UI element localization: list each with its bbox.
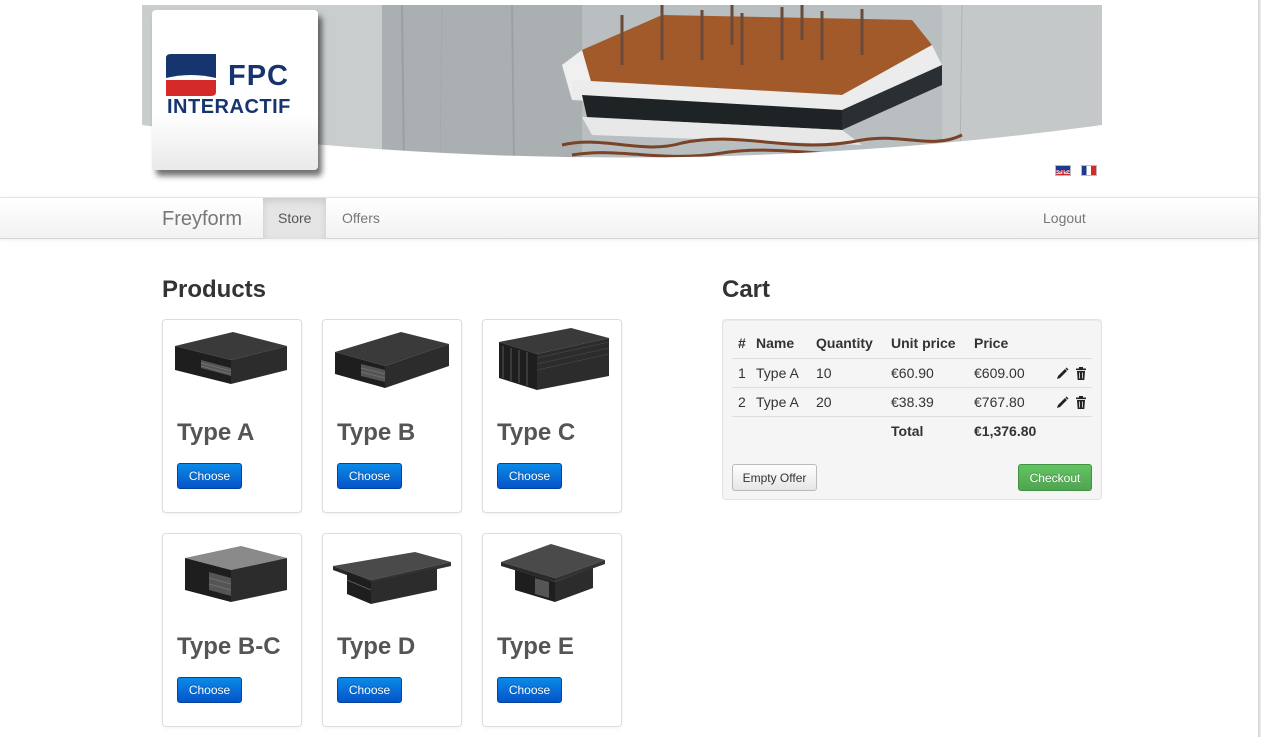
cart-table: # Name Quantity Unit price Price 1 Type … [732, 328, 1092, 445]
site-logo[interactable]: FPC INTERACTIF [152, 10, 318, 170]
trash-icon[interactable] [1075, 396, 1087, 410]
col-quantity-header: Quantity [816, 334, 873, 351]
empty-offer-button[interactable]: Empty Offer [732, 464, 817, 491]
table-row: 2 Type A 20 €38.39 €767.80 [732, 386, 1092, 416]
choose-button-type-b-c[interactable]: Choose [177, 677, 242, 703]
top-navbar: Freyform Store Offers Logout [0, 197, 1258, 239]
cart-heading: Cart [722, 276, 771, 303]
checkout-button[interactable]: Checkout [1018, 464, 1092, 491]
row-actions [1050, 386, 1092, 416]
cell-unit-price: €60.90 [885, 357, 968, 387]
cart-total-label: Total [885, 415, 968, 445]
cell-name: Type A [750, 386, 810, 416]
product-card-type-b: Type B Choose [322, 319, 462, 513]
cell-name: Type A [750, 357, 810, 387]
cart-panel: # Name Quantity Unit price Price 1 Type … [722, 319, 1102, 500]
cell-index: 2 [732, 386, 750, 416]
cell-price: €609.00 [968, 357, 1050, 387]
col-actions-header [1050, 328, 1092, 358]
cart-total-value: €1,376.80 [968, 415, 1050, 445]
product-title: Type D [337, 633, 416, 660]
col-unit-price-header: Unit price [891, 334, 956, 351]
product-title: Type B [337, 419, 416, 446]
product-image-type-a [175, 332, 287, 384]
uk-flag-icon[interactable] [1055, 165, 1071, 176]
cell-quantity: 20 [810, 386, 885, 416]
choose-button-type-a[interactable]: Choose [177, 463, 242, 489]
product-title: Type E [497, 633, 574, 660]
cell-quantity: 10 [810, 357, 885, 387]
cell-index: 1 [732, 357, 750, 387]
logo-text-interactif: INTERACTIF [167, 96, 291, 118]
product-image-type-b [335, 332, 449, 388]
cart-header-row: # Name Quantity Unit price Price [732, 328, 1092, 358]
choose-button-type-c[interactable]: Choose [497, 463, 562, 489]
trash-icon[interactable] [1075, 367, 1087, 381]
product-title: Type B-C [177, 633, 281, 660]
product-image-type-e [501, 544, 605, 602]
choose-button-type-d[interactable]: Choose [337, 677, 402, 703]
cell-unit-price: €38.39 [885, 386, 968, 416]
pencil-icon[interactable] [1056, 367, 1069, 380]
product-card-type-b-c: Type B-C Choose [162, 533, 302, 727]
product-image-type-b-c [185, 546, 287, 602]
navbar-brand[interactable]: Freyform [162, 208, 242, 231]
col-name-header: Name [756, 334, 795, 351]
product-card-type-c: Type C Choose [482, 319, 622, 513]
product-card-type-e: Type E Choose [482, 533, 622, 727]
product-image-type-c [499, 328, 610, 390]
fr-flag-icon[interactable] [1081, 165, 1097, 176]
product-image-type-d [333, 552, 451, 604]
product-title: Type A [177, 419, 255, 446]
pencil-icon[interactable] [1056, 396, 1069, 409]
nav-item-store[interactable]: Store [263, 198, 327, 239]
products-heading: Products [162, 276, 267, 303]
col-index-header: # [738, 334, 746, 351]
choose-button-type-e[interactable]: Choose [497, 677, 562, 703]
nav-item-offers[interactable]: Offers [327, 198, 395, 239]
row-actions [1050, 357, 1092, 387]
product-card-type-d: Type D Choose [322, 533, 462, 727]
choose-button-type-b[interactable]: Choose [337, 463, 402, 489]
logout-link[interactable]: Logout [1028, 198, 1101, 239]
product-title: Type C [497, 419, 576, 446]
fpc-logo-icon [166, 54, 216, 96]
cell-price: €767.80 [968, 386, 1050, 416]
table-row: 1 Type A 10 €60.90 €609.00 [732, 357, 1092, 387]
cart-total-row: Total €1,376.80 [732, 415, 1092, 445]
product-card-type-a: Type A Choose [162, 319, 302, 513]
col-price-header: Price [974, 334, 1009, 351]
logo-text-fpc: FPC [228, 60, 289, 92]
